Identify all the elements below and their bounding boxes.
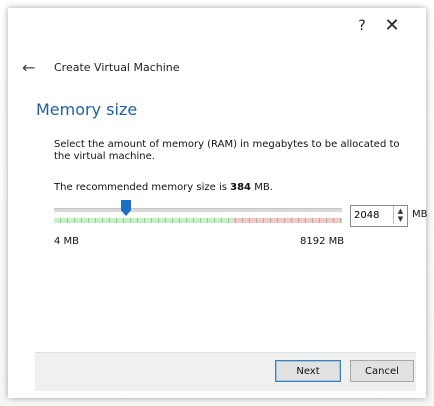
page-title: Memory size bbox=[36, 100, 138, 119]
memory-unit-label: MB bbox=[412, 209, 428, 220]
memory-slider[interactable] bbox=[54, 200, 342, 230]
recommended-value: 384 bbox=[230, 182, 252, 193]
cancel-button[interactable]: Cancel bbox=[350, 360, 414, 382]
memory-input[interactable] bbox=[351, 206, 393, 224]
slider-max-label: 8192 MB bbox=[300, 236, 345, 247]
spin-up-icon[interactable]: ▲ bbox=[398, 207, 403, 215]
recommended-memory-text: The recommended memory size is 384 MB. bbox=[54, 182, 273, 193]
memory-spinbox[interactable]: ▲ ▼ bbox=[350, 205, 408, 227]
slider-min-label: 4 MB bbox=[54, 236, 80, 247]
spin-down-icon[interactable]: ▼ bbox=[398, 215, 403, 223]
dialog-title: Create Virtual Machine bbox=[54, 61, 180, 74]
memory-description: Select the amount of memory (RAM) in meg… bbox=[54, 139, 400, 162]
recommended-suffix: MB. bbox=[251, 182, 273, 193]
slider-track bbox=[54, 208, 342, 212]
next-button[interactable]: Next bbox=[275, 360, 341, 382]
spin-buttons[interactable]: ▲ ▼ bbox=[393, 206, 407, 224]
help-button[interactable]: ? bbox=[350, 14, 374, 38]
slider-ticks bbox=[54, 218, 342, 223]
recommended-prefix: The recommended memory size is bbox=[54, 182, 231, 193]
slider-thumb[interactable] bbox=[121, 200, 131, 216]
close-button[interactable]: ✕ bbox=[380, 14, 404, 38]
back-arrow-icon[interactable]: ← bbox=[22, 58, 35, 78]
